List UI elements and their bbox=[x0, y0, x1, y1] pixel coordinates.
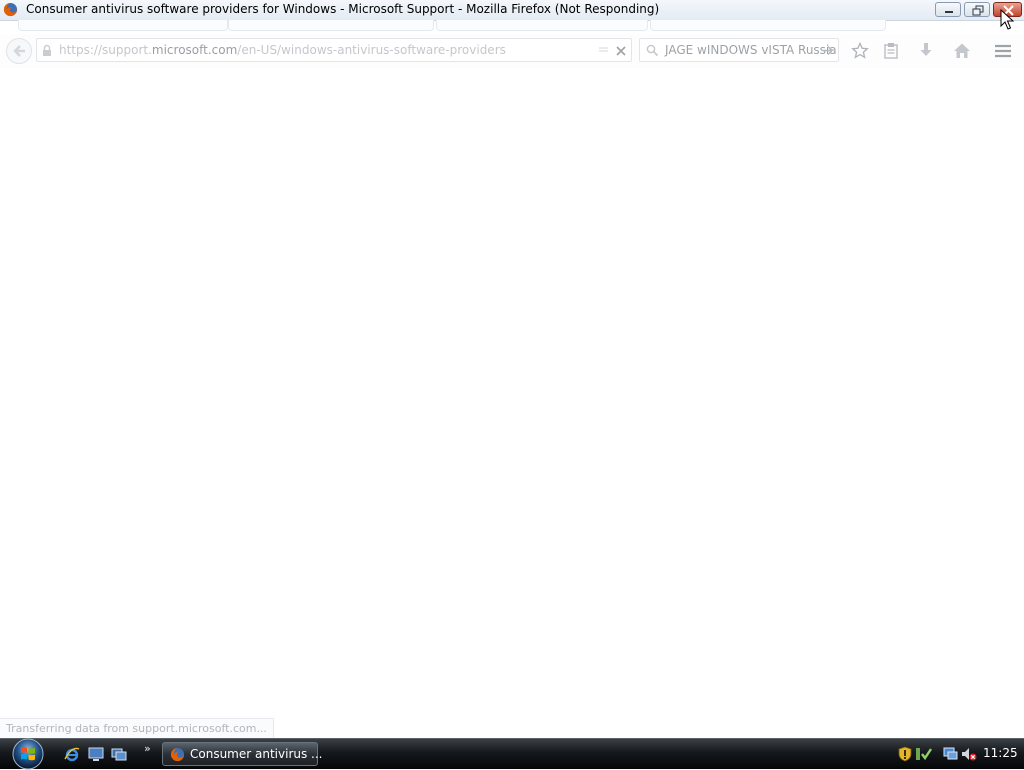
new-tab-area[interactable] bbox=[650, 20, 886, 31]
tab-active[interactable] bbox=[436, 20, 648, 31]
taskbar-button-label: Consumer antivirus ... bbox=[190, 747, 323, 761]
url-path: /en-US/windows-antivirus-software-provid… bbox=[237, 43, 506, 57]
taskbar: » Consumer antivirus ... 11:25 bbox=[0, 736, 1024, 770]
search-input[interactable]: JAGE wINDOWS vISTA Russia bbox=[665, 43, 837, 57]
stop-icon[interactable] bbox=[615, 45, 627, 57]
switch-windows-icon[interactable] bbox=[111, 746, 127, 762]
clock: 11:25 bbox=[983, 746, 1018, 760]
quicklaunch-more-button[interactable]: » bbox=[144, 742, 151, 755]
status-bar: Transferring data from support.microsoft… bbox=[0, 718, 274, 738]
search-bar[interactable]: JAGE wINDOWS vISTA Russia bbox=[639, 38, 839, 62]
lock-icon bbox=[43, 44, 51, 56]
volume-muted-icon[interactable] bbox=[961, 746, 977, 762]
restore-icon bbox=[972, 5, 984, 16]
mouse-cursor-icon bbox=[1000, 9, 1014, 30]
search-icon bbox=[646, 44, 659, 57]
tab-2[interactable] bbox=[228, 20, 434, 31]
antivirus-check-icon[interactable] bbox=[915, 746, 933, 762]
url-text[interactable]: https://support.microsoft.com/en-US/wind… bbox=[59, 43, 506, 57]
show-desktop-icon[interactable] bbox=[88, 746, 104, 762]
taskbar-firefox-button[interactable]: Consumer antivirus ... bbox=[162, 742, 323, 766]
minimize-button[interactable] bbox=[935, 2, 961, 17]
download-icon[interactable] bbox=[918, 42, 934, 60]
navigation-toolbar: https://support.microsoft.com/en-US/wind… bbox=[0, 34, 1024, 68]
back-arrow-icon bbox=[13, 45, 25, 57]
firefox-icon bbox=[3, 2, 18, 17]
search-go-arrow-icon[interactable] bbox=[821, 44, 834, 57]
window-titlebar[interactable]: Consumer antivirus software providers fo… bbox=[0, 0, 1024, 21]
url-host: microsoft.com bbox=[151, 43, 238, 57]
back-button[interactable] bbox=[6, 38, 32, 64]
start-button[interactable] bbox=[9, 736, 47, 770]
minimize-icon bbox=[945, 11, 953, 13]
security-shield-icon[interactable] bbox=[898, 746, 912, 762]
tab-strip bbox=[0, 20, 1024, 32]
home-icon[interactable] bbox=[953, 42, 971, 60]
tab-1[interactable] bbox=[18, 20, 228, 31]
bookmark-star-icon[interactable] bbox=[851, 42, 869, 60]
url-bar[interactable]: https://support.microsoft.com/en-US/wind… bbox=[36, 38, 632, 62]
network-icon[interactable] bbox=[942, 746, 958, 762]
window-title: Consumer antivirus software providers fo… bbox=[26, 2, 660, 16]
dropdown-history-icon[interactable] bbox=[598, 46, 610, 56]
restore-button[interactable] bbox=[964, 2, 990, 17]
reading-list-icon[interactable] bbox=[883, 42, 899, 60]
page-content bbox=[0, 68, 1024, 718]
url-prefix: https://support. bbox=[59, 43, 152, 57]
menu-icon[interactable] bbox=[994, 42, 1012, 60]
firefox-icon bbox=[170, 747, 185, 762]
internet-explorer-icon[interactable] bbox=[64, 746, 80, 762]
